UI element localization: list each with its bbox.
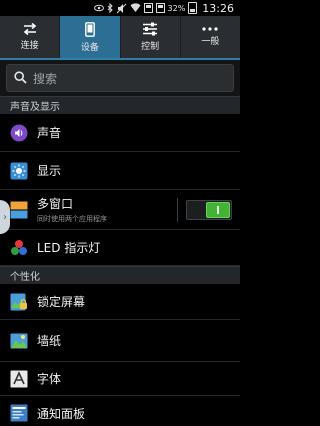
tab-label: 一般 <box>201 37 220 47</box>
tab-device[interactable]: 设备 <box>60 16 121 58</box>
list-item-sound[interactable]: 声音 <box>0 114 240 152</box>
search-input[interactable]: 搜索 <box>6 64 234 92</box>
multiwindow-tray-handle[interactable]: › <box>0 200 10 234</box>
item-label: 多窗口 <box>37 197 74 211</box>
tab-general[interactable]: 一般 <box>181 16 240 58</box>
chevron-right-icon: › <box>3 211 7 223</box>
tab-label: 设备 <box>80 42 99 53</box>
bluetooth-icon <box>107 2 114 14</box>
font-icon <box>10 370 28 388</box>
search-icon <box>14 69 27 88</box>
multiwindow-toggle[interactable] <box>186 200 232 220</box>
search-bar: 搜索 <box>0 60 240 96</box>
multiwindow-icon <box>10 201 28 219</box>
item-label: 声音 <box>37 126 62 140</box>
notification-icon <box>155 2 165 14</box>
item-label: 字体 <box>37 372 62 386</box>
tab-label: 控制 <box>141 42 160 52</box>
mute-icon <box>116 2 127 14</box>
tab-label: 连接 <box>20 41 39 51</box>
more-dots-icon <box>202 27 218 31</box>
list-item-notification-panel[interactable]: 通知面板 <box>0 396 240 426</box>
eye-icon <box>93 2 104 14</box>
tab-connections[interactable]: 连接 <box>0 16 61 58</box>
tab-controls[interactable]: 控制 <box>121 16 181 58</box>
item-label: 显示 <box>37 164 62 178</box>
swap-arrows-icon <box>22 23 38 35</box>
battery-icon <box>188 2 198 14</box>
multiwindow-text: 多窗口 同时使用两个应用程序 <box>37 195 107 224</box>
list-item-lockscreen[interactable]: 锁定屏幕 <box>0 284 240 320</box>
battery-percent: 32% <box>167 3 186 13</box>
item-label: LED 指示灯 <box>37 241 101 255</box>
tab-bar: 连接 设备 控制 一般 <box>0 16 240 60</box>
list-item-led[interactable]: LED 指示灯 <box>0 230 240 266</box>
wallpaper-icon <box>10 332 28 350</box>
list-item-multiwindow[interactable]: 多窗口 同时使用两个应用程序 <box>0 190 240 230</box>
notification-icon <box>143 2 153 14</box>
list-item-wallpaper[interactable]: 墙纸 <box>0 320 240 362</box>
item-label: 通知面板 <box>37 406 86 421</box>
section-header-sound-display: 声音及显示 <box>0 96 240 114</box>
toggle-knob <box>206 202 230 218</box>
clock: 13:26 <box>202 1 234 15</box>
sliders-icon <box>142 22 158 36</box>
list-item-font[interactable]: 字体 <box>0 362 240 396</box>
lockscreen-icon <box>10 293 28 311</box>
status-bar: 32% 13:26 <box>0 0 240 16</box>
item-description: 同时使用两个应用程序 <box>37 215 107 223</box>
section-header-personalize: 个性化 <box>0 266 240 284</box>
phone-icon <box>84 21 95 37</box>
led-icon <box>10 239 28 257</box>
sound-icon <box>10 124 28 142</box>
item-label: 锁定屏幕 <box>37 295 86 309</box>
divider <box>177 198 178 222</box>
list-item-display[interactable]: 显示 <box>0 152 240 190</box>
search-placeholder: 搜索 <box>33 71 58 86</box>
notification-panel-icon <box>10 404 28 422</box>
wifi-icon <box>130 2 141 14</box>
item-label: 墙纸 <box>37 334 62 348</box>
display-icon <box>10 162 28 180</box>
